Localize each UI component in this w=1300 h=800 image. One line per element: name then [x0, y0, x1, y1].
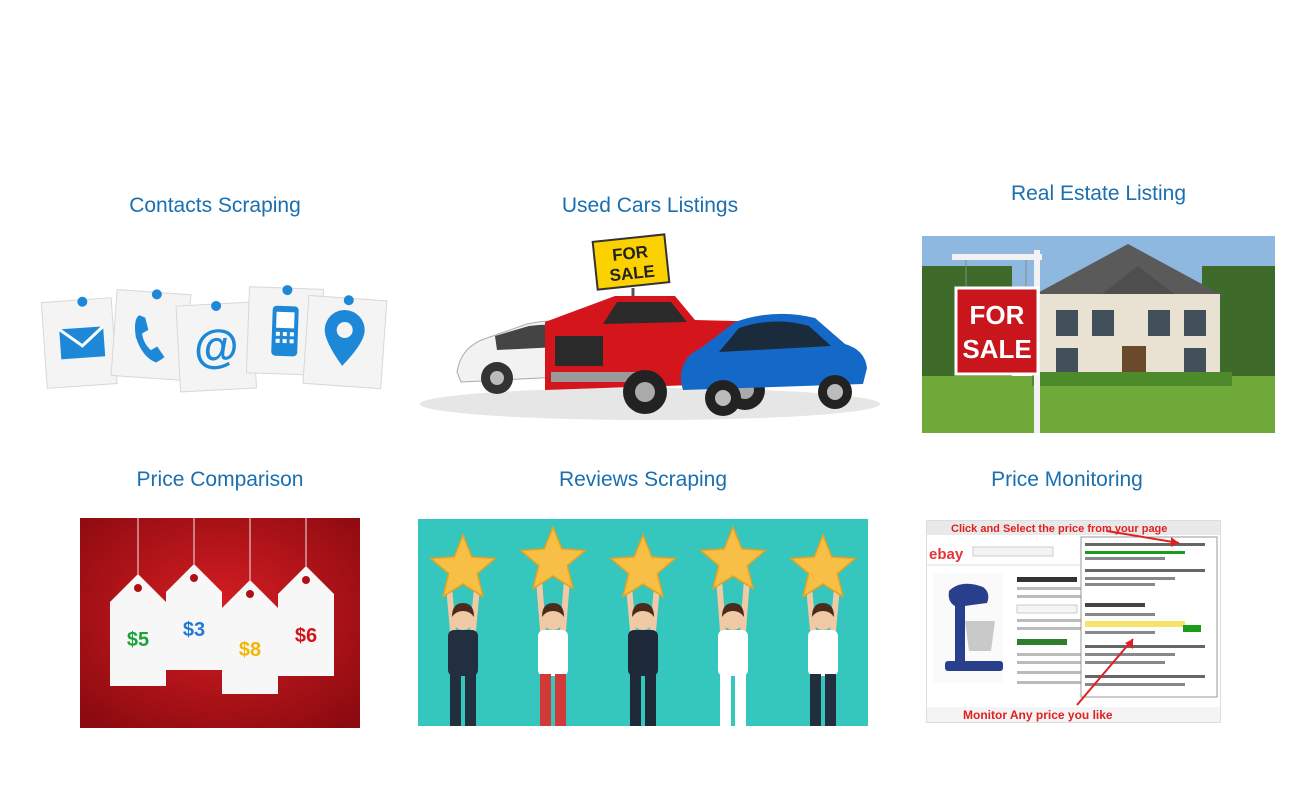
reviews-image: [418, 519, 868, 726]
card-used-cars-listings[interactable]: Used Cars Listings FOR SALE: [405, 190, 895, 430]
bottom-note-text: Monitor Any price you like: [963, 708, 1113, 722]
card-title[interactable]: Reviews Scraping: [418, 468, 868, 492]
top-note-text: Click and Select the price from your pag…: [951, 523, 1167, 535]
contacts-image: @: [30, 280, 400, 400]
ebay-logo: ebay: [929, 546, 964, 563]
card-reviews-scraping[interactable]: Reviews Scraping: [418, 464, 868, 728]
price-tag-label: $3: [183, 619, 205, 641]
card-title[interactable]: Used Cars Listings: [405, 194, 895, 218]
used-cars-image: FOR SALE: [405, 232, 895, 430]
stand-mixer-photo: [933, 573, 1003, 683]
card-contacts-scraping[interactable]: Contacts Scraping @: [30, 190, 400, 410]
card-title[interactable]: Real Estate Listing: [922, 182, 1275, 206]
card-title[interactable]: Price Monitoring: [896, 468, 1238, 492]
card-real-estate-listing[interactable]: Real Estate Listing FOR SALE: [922, 178, 1275, 434]
price-monitoring-image: Click and Select the price from your pag…: [926, 520, 1221, 723]
for-sale-sign-text-2: SALE: [962, 334, 1031, 364]
price-tag-label: $6: [295, 625, 317, 647]
email-icon: [58, 325, 106, 360]
price-comparison-image: $5 $3 $8 $6: [80, 518, 360, 728]
price-tag-label: $5: [127, 629, 149, 651]
for-sale-sign-text-1: FOR: [611, 242, 649, 265]
real-estate-image: FOR SALE: [922, 236, 1275, 433]
at-sign-icon: @: [192, 319, 240, 373]
price-tag-label: $8: [239, 639, 261, 661]
card-price-comparison[interactable]: Price Comparison $5 $3 $8 $6: [80, 464, 360, 730]
for-sale-sign-text-1: FOR: [970, 300, 1025, 330]
card-price-monitoring[interactable]: Price Monitoring Click and Select the pr…: [926, 464, 1221, 726]
card-title[interactable]: Contacts Scraping: [30, 194, 400, 218]
mobile-phone-icon: [271, 305, 299, 357]
card-title[interactable]: Price Comparison: [80, 468, 360, 492]
